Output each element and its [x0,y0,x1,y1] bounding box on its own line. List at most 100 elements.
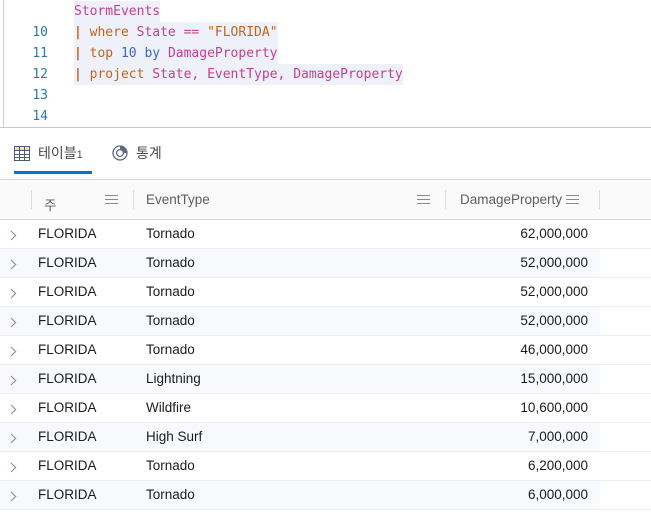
token-table-name: StormEvents [74,4,161,19]
cell-damageproperty: 6,200,000 [527,458,588,473]
chevron-right-icon[interactable] [10,315,17,328]
cell-state: FLORIDA [38,313,97,328]
cell-state: FLORIDA [38,284,97,299]
column-header-eventtype-label: EventType [146,192,210,207]
table-grid-icon [14,145,30,161]
chevron-right-icon[interactable] [10,489,17,502]
token-keyword-project: project [89,67,145,82]
tab-table-label: 테이블1 [38,145,83,161]
row-right-gutter [600,278,651,306]
table-row[interactable]: FLORIDA Tornado 46,000,000 [0,336,651,365]
chevron-right-icon[interactable] [10,402,17,415]
cell-damageproperty: 62,000,000 [520,226,588,241]
cell-eventtype: Tornado [146,487,195,502]
column-header-eventtype[interactable]: EventType [146,180,210,219]
tab-statistics-label: 통계 [136,145,162,161]
table-row[interactable]: FLORIDA Tornado 52,000,000 [0,249,651,278]
cell-state: FLORIDA [38,371,97,386]
row-right-gutter [600,365,651,393]
column-menu-icon-damageproperty[interactable] [566,195,579,205]
token-column-state: State [136,25,176,40]
table-row[interactable]: FLORIDA Tornado 62,000,000 [0,220,651,249]
code-line-content: | project State, EventType, DamageProper… [74,64,403,85]
column-menu-icon-state[interactable] [105,195,118,205]
row-right-gutter [600,307,651,335]
token-column-state: State [152,67,192,82]
results-grid: 주 EventType DamageProperty FLORIDA Tornad… [0,180,651,530]
cell-damageproperty: 52,000,000 [520,255,588,270]
token-comma: , [277,67,286,82]
chevron-right-icon[interactable] [10,286,17,299]
column-header-state[interactable]: 주 [44,180,56,219]
tab-table[interactable]: 테이블1 [14,140,83,166]
table-row[interactable]: FLORIDA Lightning 15,000,000 [0,365,651,394]
cell-state: FLORIDA [38,429,97,444]
token-string-florida: "FLORIDA" [207,25,278,40]
table-row[interactable]: FLORIDA Tornado 52,000,000 [0,278,651,307]
column-header-state-label: 주 [44,197,57,213]
token-keyword-by: by [144,46,161,61]
code-line[interactable]: 13 | project State, EventType, DamagePro… [0,64,651,103]
token-keyword-top: top [89,46,114,61]
table-row[interactable]: FLORIDA Tornado 52,000,000 [0,307,651,336]
token-column-damageproperty: DamageProperty [167,46,278,61]
cell-state: FLORIDA [38,255,97,270]
results-rows: FLORIDA Tornado 62,000,000 FLORIDA Tornado 52… [0,220,651,510]
cell-eventtype: Tornado [146,255,195,270]
code-line[interactable]: 14 [0,85,651,124]
code-line[interactable]: 12 | top 10 by DamageProperty [0,43,651,82]
code-line[interactable]: 11 | where State == "FLORIDA" [0,22,651,61]
results-grid-header: 주 EventType DamageProperty [0,180,651,220]
chevron-right-icon[interactable] [10,344,17,357]
cell-eventtype: Tornado [146,458,195,473]
column-menu-icon-eventtype[interactable] [417,195,430,205]
row-right-gutter [600,423,651,451]
table-row[interactable]: FLORIDA Tornado 6,200,000 [0,452,651,481]
column-divider [133,190,134,209]
cell-damageproperty: 52,000,000 [520,313,588,328]
chevron-right-icon[interactable] [10,228,17,241]
token-column-eventtype: EventType [207,67,278,82]
cell-eventtype: Lightning [146,371,201,386]
cell-state: FLORIDA [38,458,97,473]
cell-damageproperty: 7,000,000 [527,429,588,444]
chevron-right-icon[interactable] [10,257,17,270]
table-row[interactable]: FLORIDA Tornado 6,000,000 [0,481,651,510]
column-header-damageproperty-label: DamageProperty [460,192,563,207]
cell-damageproperty: 10,600,000 [520,400,588,415]
row-right-gutter [600,452,651,480]
cell-eventtype: Tornado [146,342,195,357]
table-row[interactable]: FLORIDA High Surf 7,000,000 [0,423,651,452]
code-line-content: StormEvents [74,1,161,22]
donut-chart-icon [112,145,128,161]
column-divider [31,190,32,209]
token-pipe: | [74,46,82,61]
row-right-gutter [600,481,651,509]
token-pipe: | [74,25,82,40]
cell-state: FLORIDA [38,400,97,415]
query-results-panel: 10 StormEvents 11 | where State == "FLOR… [0,0,651,530]
cell-damageproperty: 6,000,000 [527,487,588,502]
cell-eventtype: High Surf [146,429,203,444]
tab-statistics[interactable]: 통계 [112,140,162,166]
chevron-right-icon[interactable] [10,431,17,444]
token-number-10: 10 [120,46,137,61]
chevron-right-icon[interactable] [10,460,17,473]
token-pipe: | [74,67,82,82]
query-editor[interactable]: 10 StormEvents 11 | where State == "FLOR… [0,0,651,128]
token-comma: , [191,67,200,82]
token-column-damageproperty: DamageProperty [293,67,403,82]
table-row[interactable]: FLORIDA Wildfire 10,600,000 [0,394,651,423]
cell-eventtype: Tornado [146,226,195,241]
cell-eventtype: Tornado [146,284,195,299]
chevron-right-icon[interactable] [10,373,17,386]
cell-state: FLORIDA [38,487,97,502]
code-line-content: | where State == "FLORIDA" [74,22,278,43]
column-header-damageproperty[interactable]: DamageProperty [460,180,562,219]
token-keyword-where: where [89,25,129,40]
row-right-gutter [600,336,651,364]
code-line[interactable]: 10 StormEvents [0,1,651,40]
code-line[interactable]: 15 [0,106,651,127]
cell-state: FLORIDA [38,226,97,241]
grid-empty-area [0,510,651,530]
